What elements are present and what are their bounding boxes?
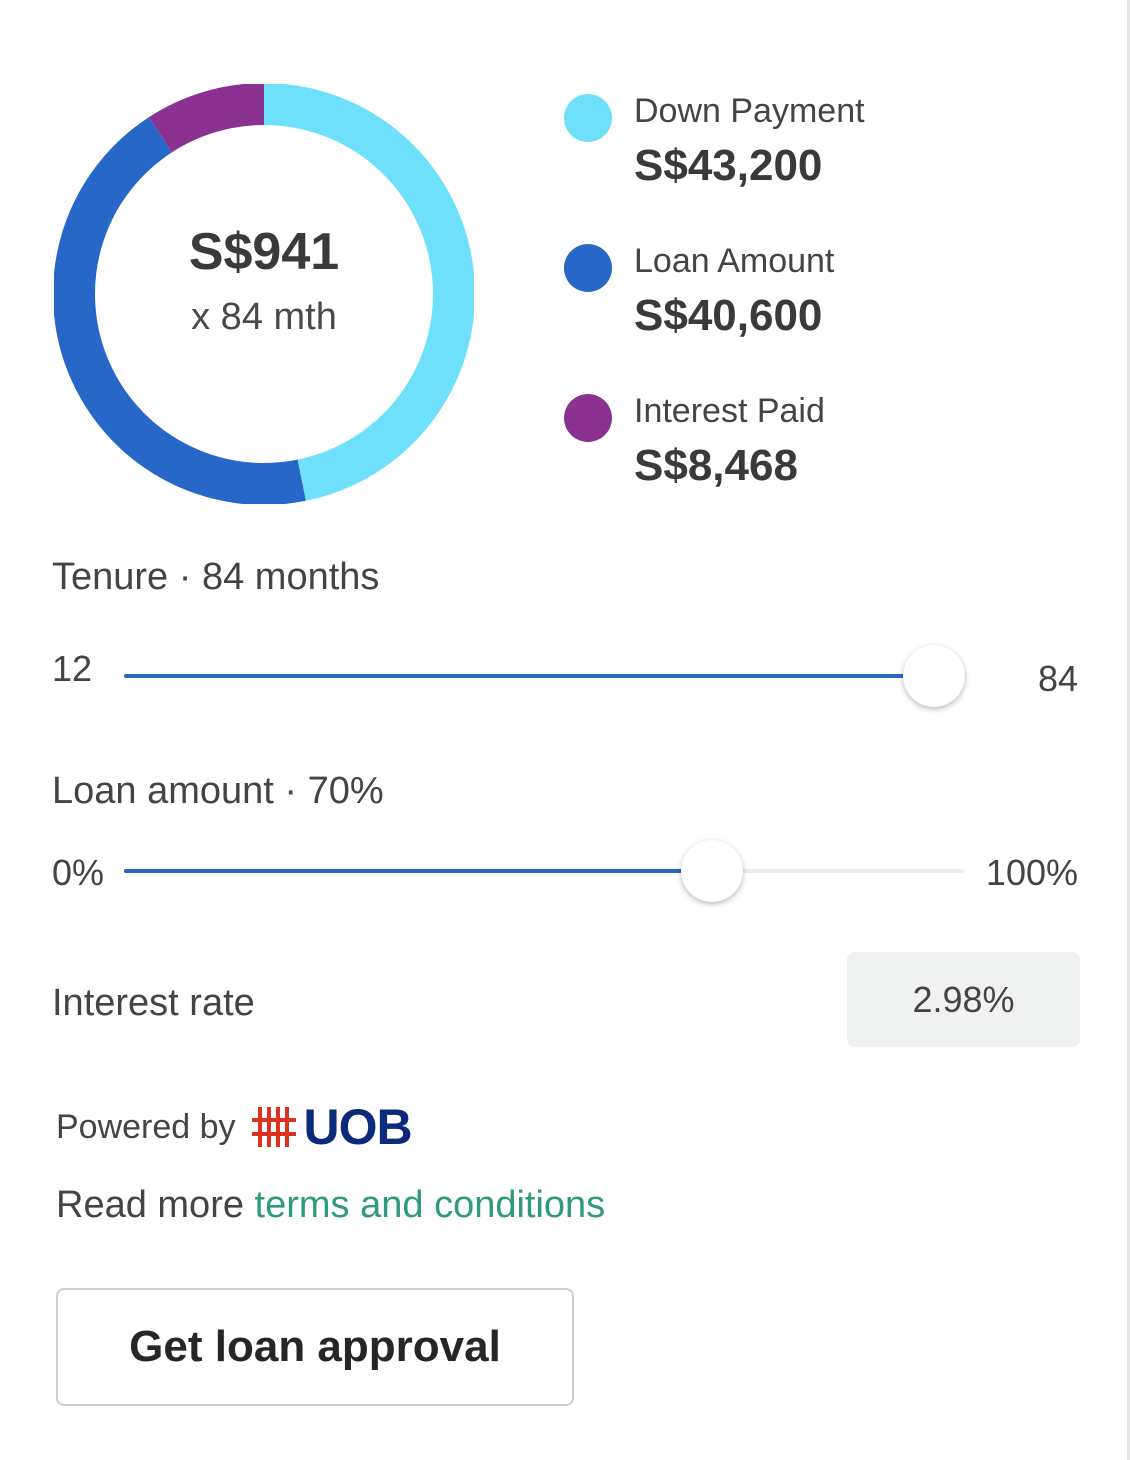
powered-by-text: Powered by xyxy=(56,1107,236,1146)
legend-value: S$8,468 xyxy=(634,441,798,490)
loan-amount-max-label: 100% xyxy=(985,852,1078,893)
legend-value: S$40,600 xyxy=(634,291,823,340)
legend-item-interest-paid: Interest Paid S$8,468 xyxy=(564,388,865,538)
chart-legend: Down Payment S$43,200 Loan Amount S$40,6… xyxy=(564,88,865,538)
monthly-payment: S$941 xyxy=(188,222,340,281)
read-more-prefix: Read more xyxy=(56,1184,255,1226)
loan-amount-min-label: 0% xyxy=(52,852,105,893)
legend-dot-interest-paid xyxy=(564,394,612,442)
tenure-slider-handle[interactable] xyxy=(903,645,965,707)
legend-label: Down Payment xyxy=(634,92,865,130)
tenure-slider-fill xyxy=(124,674,934,678)
tenure-min-label: 12 xyxy=(52,648,93,689)
get-loan-approval-button[interactable]: Get loan approval xyxy=(56,1288,574,1406)
donut-center: S$941 x 84 mth xyxy=(54,84,474,504)
legend-item-down-payment: Down Payment S$43,200 xyxy=(564,88,865,238)
legend-dot-down-payment xyxy=(564,94,612,142)
legend-label: Interest Paid xyxy=(634,392,825,430)
tenure-max-label: 84 xyxy=(1037,658,1078,699)
monthly-tenure: x 84 mth xyxy=(191,295,337,338)
tenure-slider[interactable] xyxy=(124,645,966,707)
tenure-title: Tenure · 84 months xyxy=(52,556,380,598)
legend-value: S$43,200 xyxy=(634,141,823,190)
legend-item-loan-amount: Loan Amount S$40,600 xyxy=(564,238,865,388)
loan-amount-slider-fill xyxy=(124,869,712,873)
interest-rate-label: Interest rate xyxy=(52,982,255,1024)
legend-label: Loan Amount xyxy=(634,242,835,280)
interest-rate-field[interactable]: 2.98% xyxy=(847,952,1080,1047)
loan-amount-slider[interactable] xyxy=(124,840,964,902)
loan-amount-slider-handle[interactable] xyxy=(681,840,743,902)
uob-brand-name: UOB xyxy=(303,1099,413,1155)
powered-by: Powered by UOB xyxy=(56,1098,413,1156)
read-more-line: Read more terms and conditions xyxy=(56,1184,605,1227)
loan-amount-title: Loan amount · 70% xyxy=(52,770,384,812)
uob-logo-icon xyxy=(250,1103,298,1151)
legend-dot-loan-amount xyxy=(564,244,612,292)
terms-and-conditions-link[interactable]: terms and conditions xyxy=(255,1184,606,1226)
